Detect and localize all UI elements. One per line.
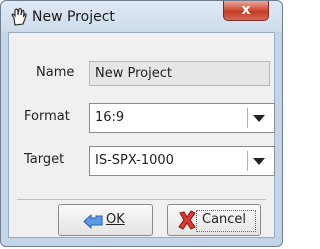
- target-select[interactable]: IS-SPX-1000: [89, 146, 275, 176]
- ok-label: OK: [106, 212, 125, 227]
- focus-ring: [196, 210, 256, 232]
- back-arrow-icon: [83, 213, 103, 230]
- target-label: Target: [24, 152, 65, 167]
- ok-button[interactable]: OK: [58, 204, 153, 236]
- red-x-icon: [178, 210, 196, 230]
- chevron-down-icon[interactable]: [253, 115, 265, 122]
- close-icon: x: [241, 2, 251, 18]
- name-label: Name: [36, 65, 75, 80]
- format-label: Format: [24, 109, 70, 124]
- close-button[interactable]: x: [223, 1, 269, 21]
- dialog-content: Name New Project Format 16:9 Target IS-S…: [8, 32, 275, 238]
- dialog-window: New Project x Name New Project Format 16…: [0, 0, 283, 247]
- name-field[interactable]: New Project: [89, 61, 270, 86]
- button-separator: [17, 199, 266, 200]
- window-title: New Project: [32, 9, 115, 25]
- format-select-divider: [247, 108, 248, 128]
- format-value: 16:9: [95, 110, 125, 125]
- hand-cursor-icon: [11, 7, 27, 26]
- format-select[interactable]: 16:9: [89, 103, 275, 133]
- cancel-button[interactable]: Cancel: [167, 204, 261, 236]
- target-value: IS-SPX-1000: [95, 153, 174, 168]
- chevron-down-icon[interactable]: [253, 158, 265, 165]
- target-select-divider: [247, 151, 248, 171]
